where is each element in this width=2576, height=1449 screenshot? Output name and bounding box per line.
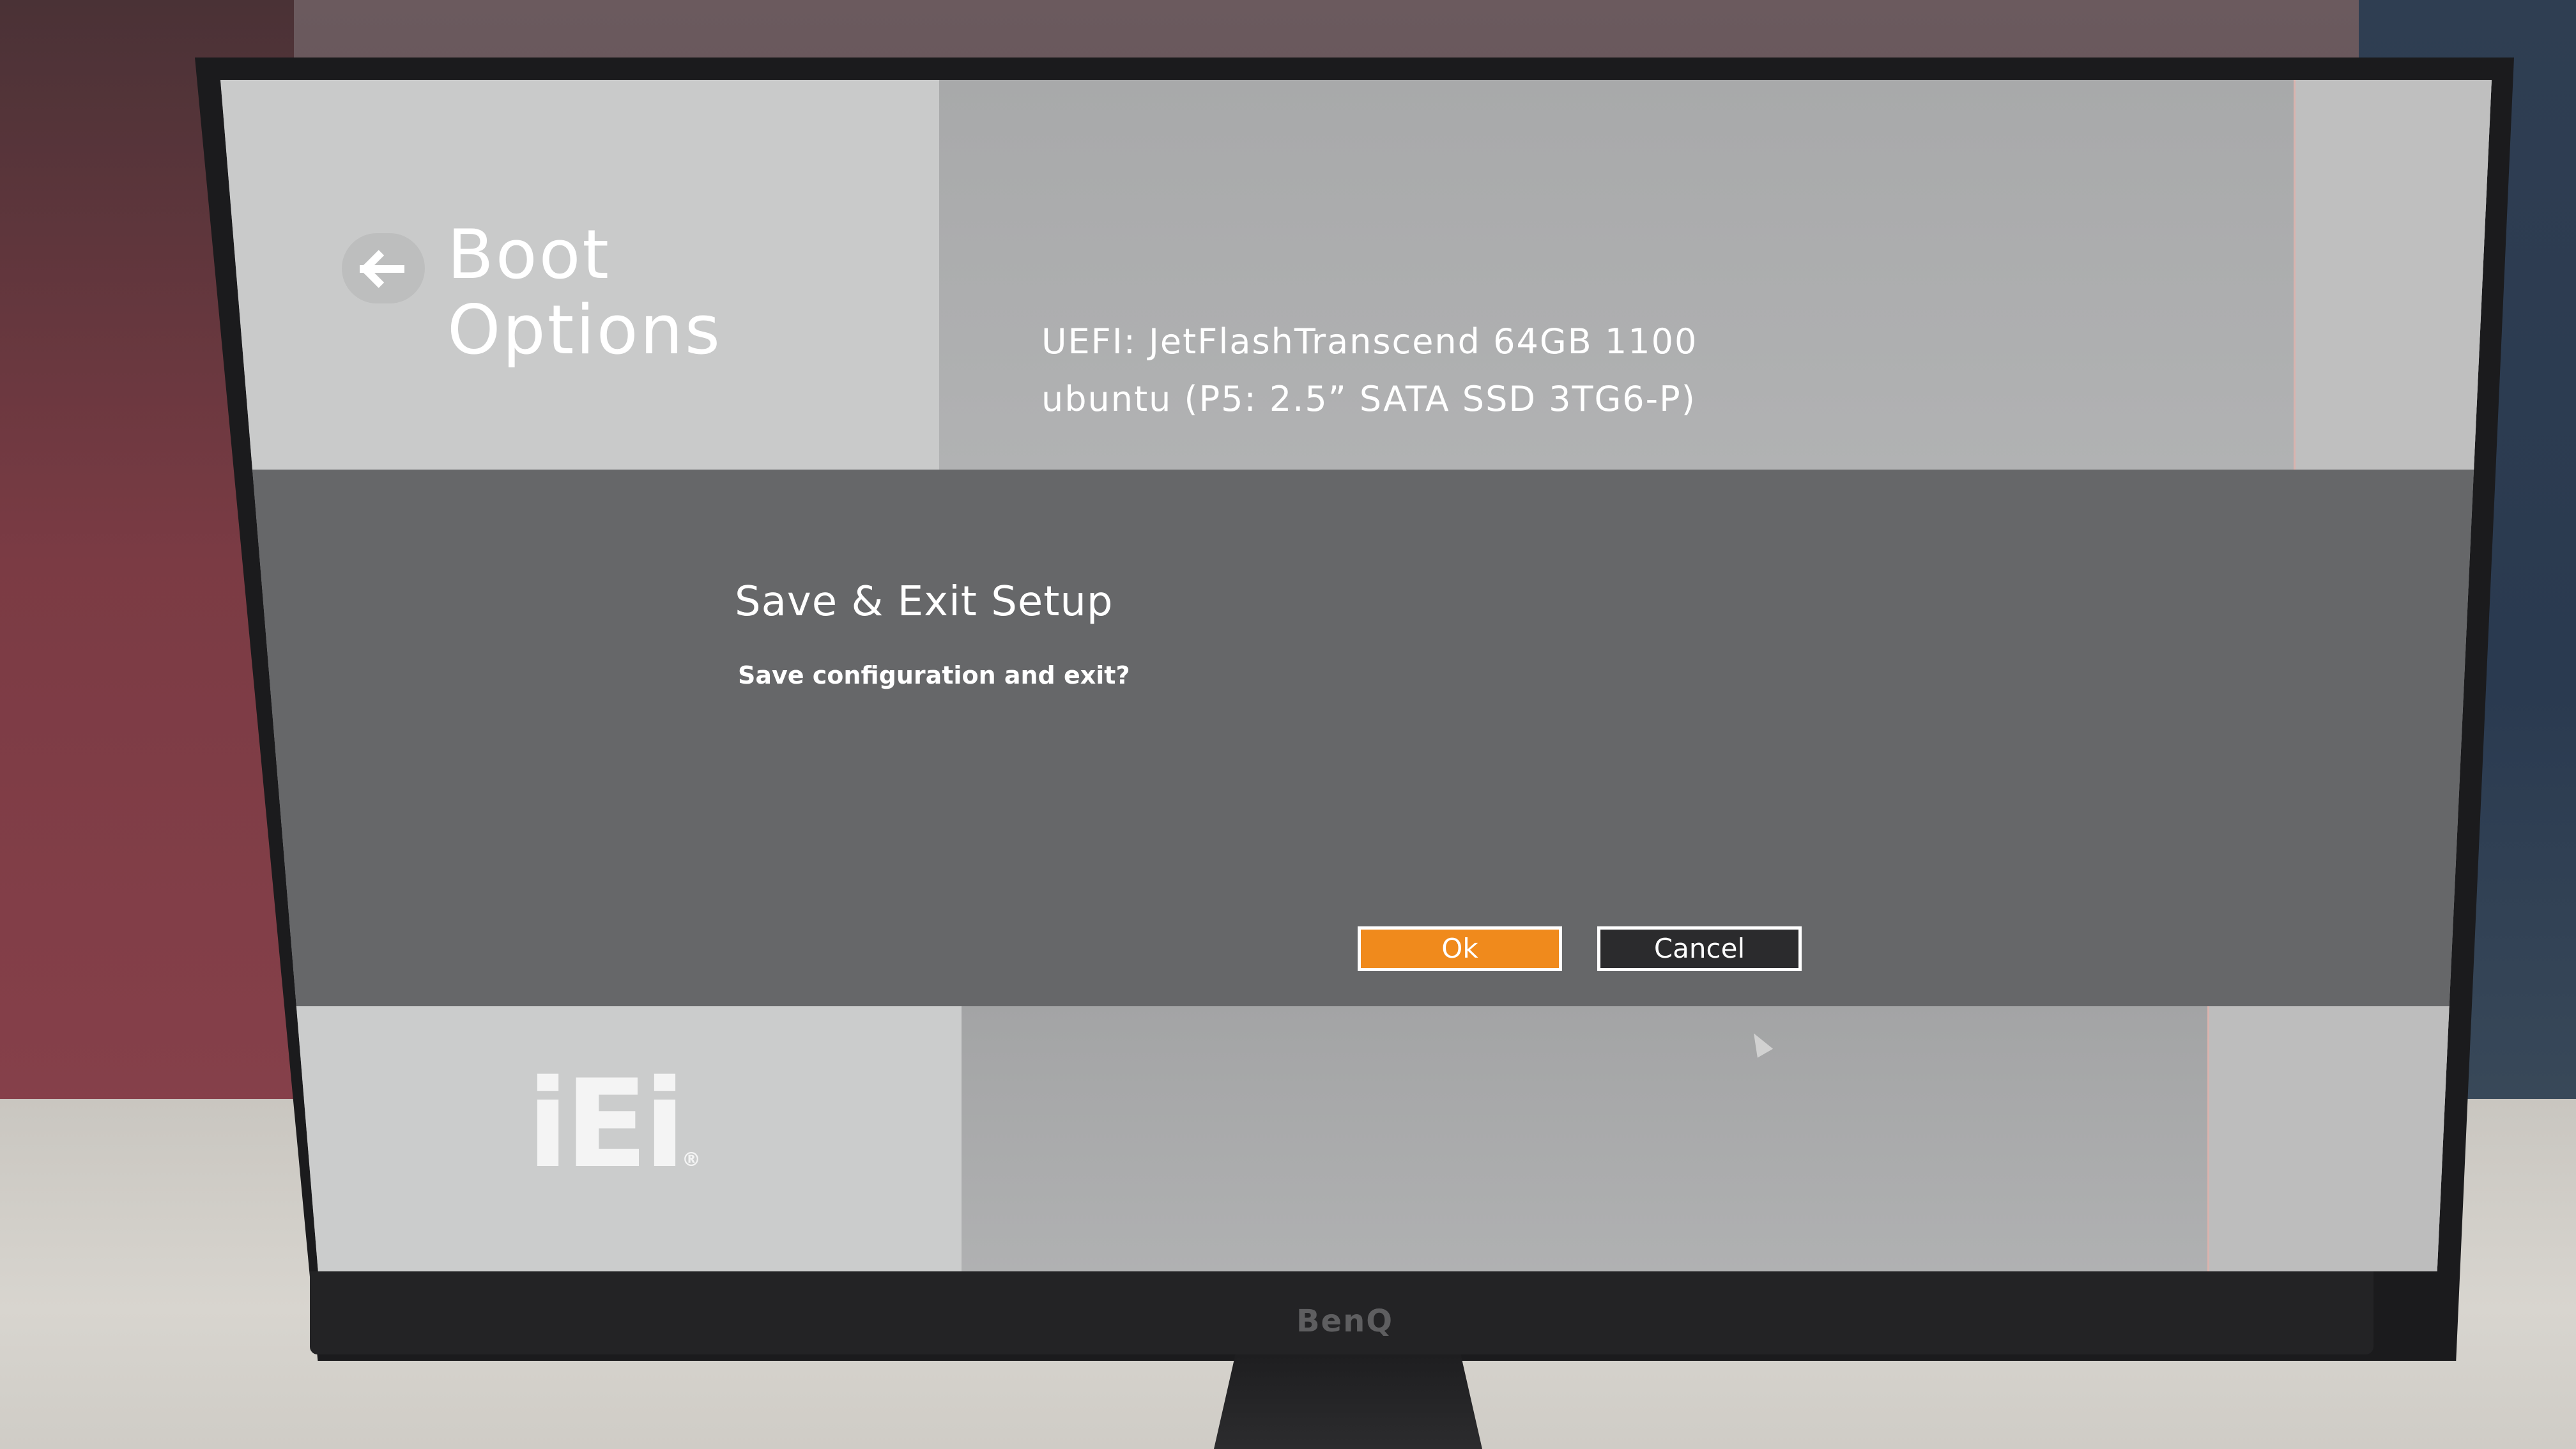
header-right-strip: [2294, 80, 2492, 470]
page-title: Boot Options: [447, 215, 722, 369]
ok-button[interactable]: Ok: [1358, 926, 1562, 971]
registered-mark: ®: [682, 1149, 702, 1171]
boot-option-usb[interactable]: UEFI: JetFlashTranscend 64GB 1100: [1041, 313, 1698, 371]
back-arrow-icon: [360, 265, 404, 273]
dialog-title: Save & Exit Setup: [735, 578, 1114, 625]
bios-screen: Boot Options UEFI: JetFlashTranscend 64G…: [220, 80, 2492, 1271]
boot-options-list: UEFI: JetFlashTranscend 64GB 1100 ubuntu…: [1041, 313, 1698, 428]
monitor-brand-logo: BenQ: [1296, 1303, 1394, 1339]
save-exit-dialog: Save & Exit Setup Save configuration and…: [220, 470, 2492, 1006]
iei-logo-text: iEi: [527, 1054, 686, 1195]
header-left-panel: Boot Options: [220, 80, 939, 470]
monitor-stand: [1214, 1354, 1482, 1449]
cancel-button[interactable]: Cancel: [1597, 926, 1802, 971]
boot-option-ssd[interactable]: ubuntu (P5: 2.5” SATA SSD 3TG6-P): [1041, 371, 1698, 428]
back-button[interactable]: [342, 233, 425, 303]
iei-logo: iEi®: [527, 1064, 701, 1221]
dialog-message: Save configuration and exit?: [738, 661, 1130, 689]
